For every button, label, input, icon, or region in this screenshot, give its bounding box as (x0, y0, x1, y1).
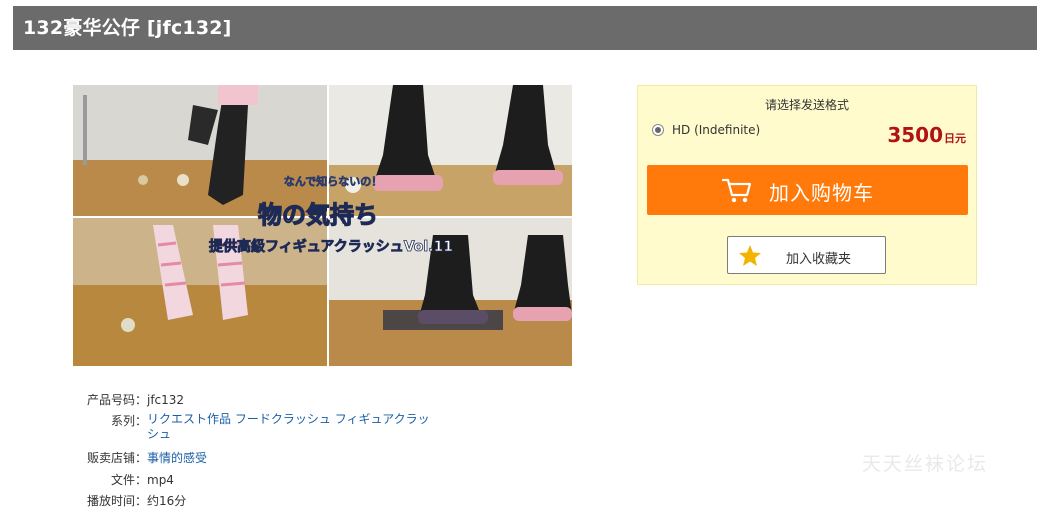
series-row: 系列：リクエスト作品 フードクラッシュ フィギュアクラッシュ (72, 412, 437, 442)
series-link-request[interactable]: リクエスト作品 (147, 412, 231, 426)
overlay-subtitle-text: 提供高級フィギュアクラッシュVol.11 (209, 238, 453, 255)
shop-label: 贩卖店铺： (86, 451, 147, 465)
product-thumbnail-image[interactable]: なんで知らないの！ 物の気持ち 提供高級フィギュアクラッシュVol.11 (73, 85, 572, 366)
shop-row: 贩卖店铺：事情的感受 (72, 449, 207, 466)
product-code-label: 产品号码： (86, 393, 147, 407)
duration-row: 播放时间：约16分 (72, 492, 186, 509)
series-label: 系列： (110, 414, 147, 428)
add-to-favorites-button[interactable]: 加入收藏夹 (727, 236, 886, 274)
series-link-food-crush[interactable]: フードクラッシュ (235, 412, 331, 426)
cart-icon (721, 178, 752, 203)
file-label: 文件： (110, 473, 147, 487)
add-to-favorites-label: 加入收藏夹 (786, 252, 852, 267)
price: 3500日元 (887, 123, 966, 147)
series-links: リクエスト作品 フードクラッシュ フィギュアクラッシュ (147, 412, 437, 442)
star-icon (739, 245, 761, 266)
file-row: 文件：mp4 (72, 471, 174, 488)
duration-label: 播放时间： (86, 494, 147, 508)
purchase-panel: 请选择发送格式 HD (Indefinite) 3500日元 加入购物车 加入收… (637, 85, 977, 285)
product-code-row: 产品号码：jfc132 (72, 391, 184, 408)
watermark-text: 天天丝袜论坛 (862, 453, 989, 475)
page-title: 132豪华公仔 [jfc132] (13, 6, 1037, 50)
overlay-title-text: 物の気持ち (258, 201, 378, 229)
format-radio-icon[interactable] (652, 124, 664, 136)
choose-format-label: 请选择发送格式 (764, 98, 849, 112)
shop-link[interactable]: 事情的感受 (147, 451, 207, 465)
format-option-label[interactable]: HD (Indefinite) (672, 123, 760, 137)
price-value: 3500 (887, 123, 943, 147)
product-code-value: jfc132 (147, 393, 185, 407)
add-to-cart-button[interactable]: 加入购物车 (647, 165, 968, 215)
overlay-small-text: なんで知らないの！ (284, 174, 382, 188)
file-value: mp4 (147, 473, 174, 487)
duration-value: 约16分 (147, 494, 187, 508)
add-to-cart-label: 加入购物车 (769, 181, 874, 205)
price-unit: 日元 (944, 132, 966, 145)
